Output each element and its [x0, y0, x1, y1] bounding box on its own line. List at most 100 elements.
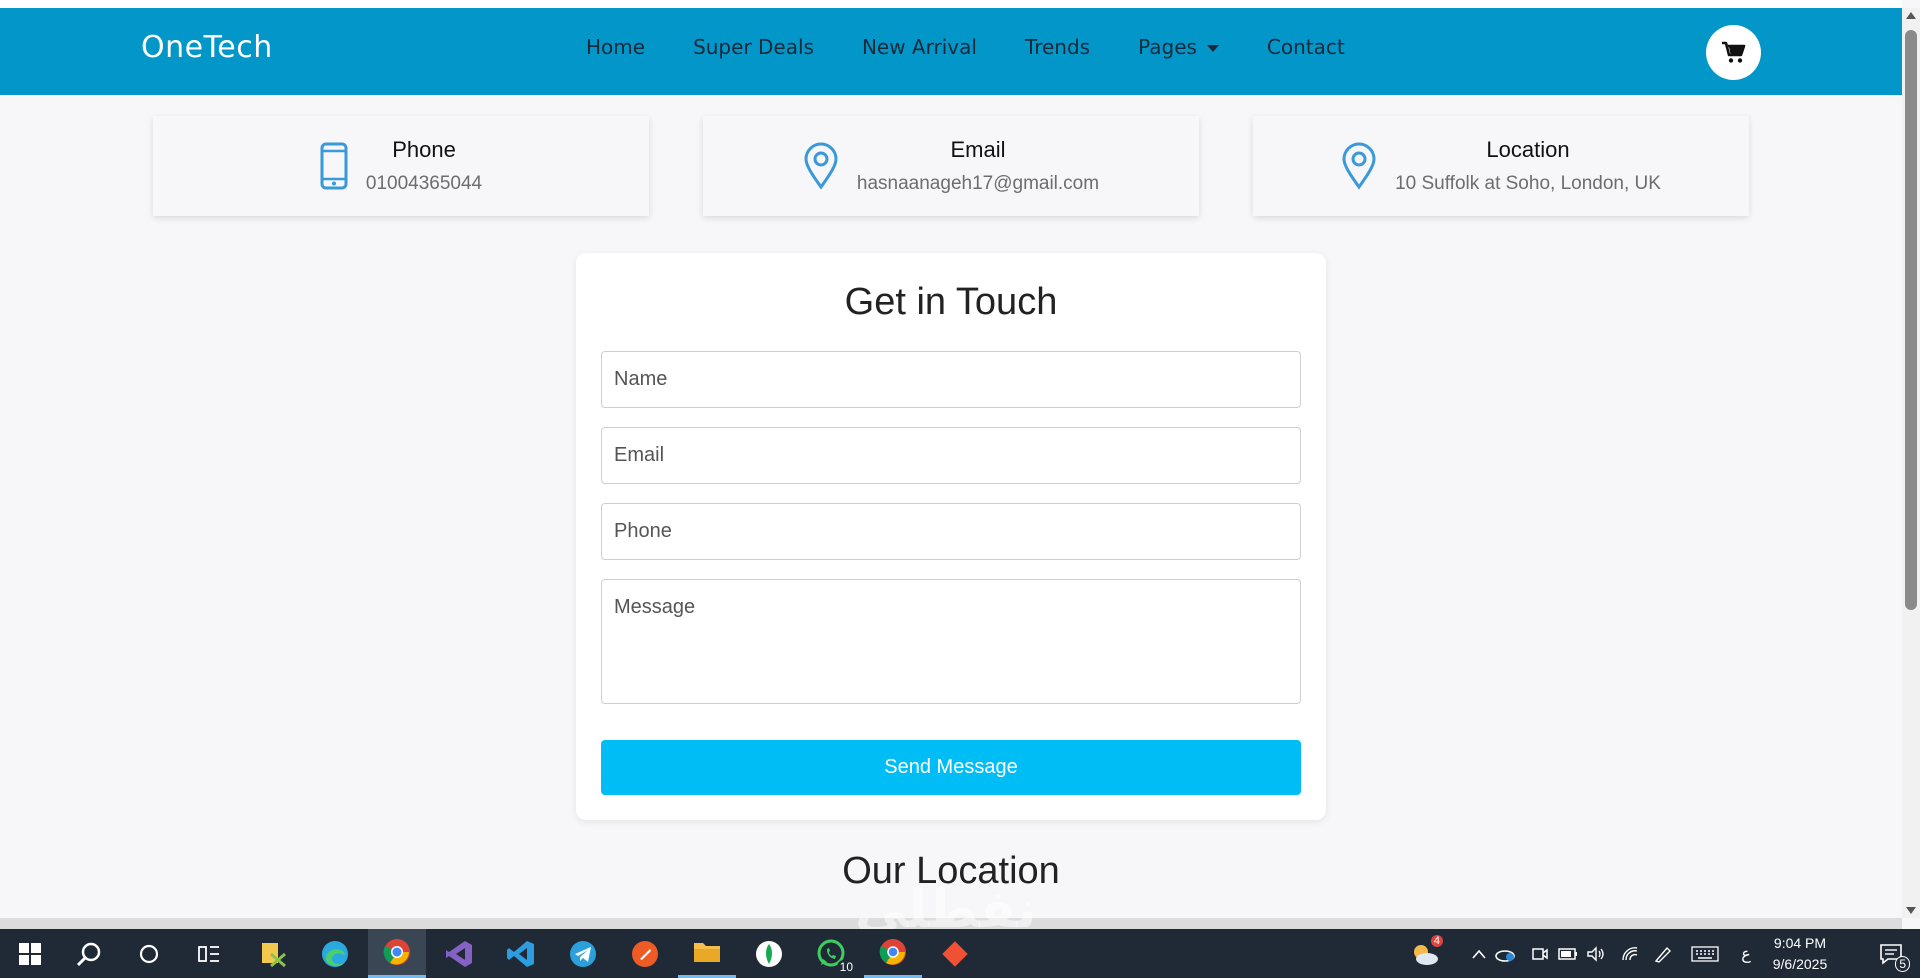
- task-view-icon: [198, 945, 219, 962]
- phone-info-card: Phone 01004365044: [153, 116, 649, 216]
- nav-contact[interactable]: Contact: [1267, 35, 1345, 59]
- onedrive-icon: [1495, 949, 1515, 962]
- our-location-heading: Our Location: [842, 850, 1060, 892]
- horizontal-scroll-strip: [0, 918, 1902, 929]
- meet-now-tray[interactable]: [1528, 929, 1552, 978]
- mobile-phone-icon: [320, 142, 348, 190]
- location-info-card: Location 10 Suffolk at Soho, London, UK: [1253, 116, 1749, 216]
- message-textarea[interactable]: [601, 579, 1301, 704]
- brand-logo[interactable]: OneTech: [141, 30, 273, 65]
- clock-date: 9/6/2025: [1772, 956, 1828, 972]
- cortana-button[interactable]: [120, 929, 178, 978]
- start-icon: [19, 942, 41, 965]
- taskbar-file-explorer[interactable]: [678, 929, 736, 978]
- email-value: hasnaanageh17@gmail.com: [856, 173, 1100, 194]
- meet-now-icon: [1532, 947, 1548, 960]
- caret-down-icon: [1206, 44, 1219, 52]
- notification-count: 5: [1895, 956, 1910, 972]
- scroll-down-icon[interactable]: [1906, 907, 1916, 914]
- notification-center-button[interactable]: 5: [1862, 929, 1920, 978]
- touch-keyboard-tray[interactable]: [1688, 929, 1722, 978]
- weather-badge: 4: [1430, 935, 1443, 947]
- taskbar-visual-studio[interactable]: [430, 929, 488, 978]
- contact-form-card: Get in Touch Send Message: [576, 253, 1326, 820]
- wifi-icon: [1622, 946, 1638, 960]
- nav-pages-label: Pages: [1138, 35, 1197, 59]
- nav-home[interactable]: Home: [586, 35, 645, 59]
- network-tray[interactable]: [1618, 929, 1642, 978]
- keyboard-icon: [1691, 945, 1719, 962]
- edge-icon: [322, 940, 348, 967]
- phone-input[interactable]: [601, 503, 1301, 560]
- nav-trends[interactable]: Trends: [1025, 35, 1090, 59]
- telegram-icon: [570, 940, 596, 967]
- pen-icon: [1654, 946, 1671, 963]
- clock-time: 9:04 PM: [1773, 935, 1827, 951]
- pen-tray[interactable]: [1650, 929, 1676, 978]
- vscode-icon: [507, 940, 534, 967]
- battery-icon: [1558, 947, 1577, 960]
- form-title: Get in Touch: [844, 281, 1058, 323]
- nav-new-arrival[interactable]: New Arrival: [862, 35, 977, 59]
- search-button[interactable]: [60, 929, 118, 978]
- taskbar-vscode[interactable]: [492, 929, 550, 978]
- start-button[interactable]: [1, 929, 59, 978]
- scroll-up-icon[interactable]: [1906, 12, 1916, 19]
- phone-value: 01004365044: [365, 173, 483, 194]
- name-input[interactable]: [601, 351, 1301, 408]
- cortana-icon: [139, 944, 159, 963]
- taskbar-whatsapp[interactable]: 10: [802, 929, 860, 978]
- map-pin-icon: [1341, 142, 1377, 190]
- battery-tray[interactable]: [1556, 929, 1580, 978]
- nav-trends-label: Trends: [1024, 35, 1091, 59]
- windows-taskbar: 10 4 ع 9:04 PM 9/6/2025 5: [0, 929, 1920, 978]
- taskbar-postman[interactable]: [616, 929, 674, 978]
- chrome-profile-icon: [879, 939, 906, 965]
- input-language[interactable]: ع: [1733, 929, 1759, 978]
- navbar: OneTech Home Super Deals New Arrival Tre…: [0, 8, 1902, 95]
- taskbar-edge[interactable]: [306, 929, 364, 978]
- scrollbar-thumb[interactable]: [1905, 30, 1917, 610]
- taskbar-telegram[interactable]: [554, 929, 612, 978]
- email-input[interactable]: [601, 427, 1301, 484]
- taskbar-git[interactable]: [926, 929, 984, 978]
- chrome-icon: [383, 939, 410, 965]
- taskbar-mongodb-compass[interactable]: [740, 929, 798, 978]
- onedrive-tray[interactable]: [1493, 929, 1517, 978]
- show-hidden-icons-button[interactable]: [1468, 929, 1490, 978]
- phone-title: Phone: [392, 137, 456, 162]
- nav-home-label: Home: [586, 35, 646, 59]
- map-pin-icon: [803, 142, 839, 190]
- nav-contact-label: Contact: [1266, 35, 1345, 59]
- browser-viewport: OneTech Home Super Deals New Arrival Tre…: [0, 0, 1902, 918]
- volume-tray[interactable]: [1584, 929, 1608, 978]
- cart-button[interactable]: [1706, 25, 1761, 80]
- mongodb-compass-icon: [756, 940, 782, 967]
- nav-super-deals-label: Super Deals: [693, 35, 814, 59]
- cart-icon: [1721, 41, 1745, 63]
- email-title: Email: [950, 137, 1006, 162]
- visual-studio-icon: [446, 940, 472, 967]
- send-message-button[interactable]: Send Message: [601, 740, 1301, 795]
- taskbar-snipping-tool[interactable]: [244, 929, 302, 978]
- nav-new-arrival-label: New Arrival: [861, 35, 977, 59]
- vertical-scrollbar[interactable]: [1902, 8, 1920, 918]
- nav-super-deals[interactable]: Super Deals: [693, 35, 814, 59]
- location-title: Location: [1486, 137, 1570, 162]
- speaker-icon: [1587, 945, 1604, 962]
- whatsapp-badge: 10: [836, 960, 856, 974]
- git-icon: [942, 940, 968, 967]
- nav-pages-dropdown[interactable]: Pages: [1138, 35, 1219, 59]
- clock[interactable]: 9:04 PM 9/6/2025: [1762, 933, 1838, 975]
- location-value: 10 Suffolk at Soho, London, UK: [1395, 173, 1661, 194]
- email-info-card: Email hasnaanageh17@gmail.com: [703, 116, 1199, 216]
- postman-icon: [632, 940, 658, 967]
- file-explorer-icon: [694, 943, 720, 962]
- task-view-button[interactable]: [180, 929, 238, 978]
- weather-widget[interactable]: 4: [1405, 929, 1445, 978]
- search-icon: [76, 942, 101, 966]
- main-nav: Home Super Deals New Arrival Trends Page…: [586, 35, 1393, 59]
- taskbar-chrome[interactable]: [368, 929, 426, 978]
- taskbar-chrome-profile[interactable]: [864, 929, 922, 978]
- snipping-tool-icon: [262, 942, 286, 967]
